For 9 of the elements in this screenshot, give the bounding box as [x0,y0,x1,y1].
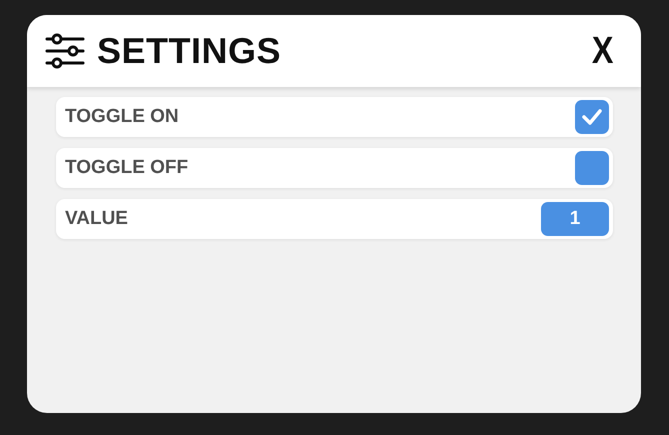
dialog-title: SETTINGS [97,30,282,72]
checkbox[interactable] [575,151,609,185]
setting-label: TOGGLE ON [65,106,180,128]
close-button[interactable]: X [588,30,616,72]
check-icon [581,108,603,126]
setting-label: VALUE [65,208,129,230]
setting-label: TOGGLE OFF [65,157,190,179]
sliders-icon [45,33,85,69]
checkbox[interactable] [575,100,609,134]
